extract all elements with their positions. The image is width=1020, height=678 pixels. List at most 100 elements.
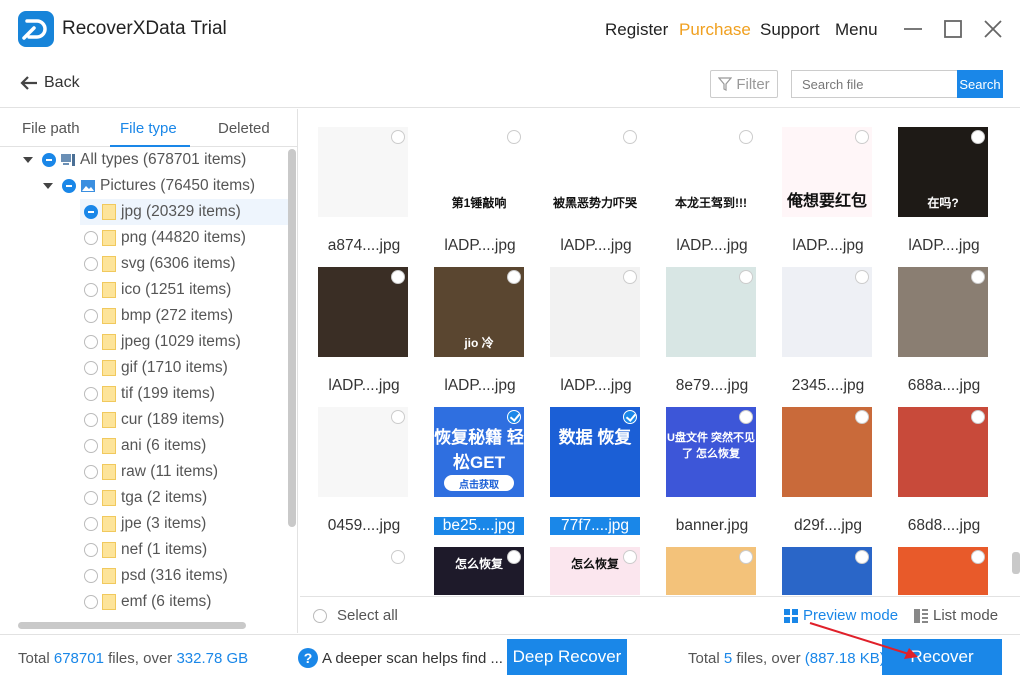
- file-select-checkbox[interactable]: [507, 410, 521, 424]
- tree-checkbox[interactable]: [84, 335, 98, 349]
- caret-down-icon[interactable]: [22, 154, 34, 166]
- tree-node-filetype[interactable]: emf (6 items): [80, 589, 288, 615]
- preview-mode-button[interactable]: Preview mode: [784, 607, 898, 624]
- file-thumbnail[interactable]: [782, 547, 872, 595]
- tree-checkbox[interactable]: [84, 361, 98, 375]
- recover-button[interactable]: Recover: [882, 639, 1002, 675]
- file-tile[interactable]: U盘文件 突然不见了 怎么恢复 banner.jpg: [658, 397, 758, 534]
- tree-checkbox[interactable]: [62, 179, 76, 193]
- tree-node-filetype[interactable]: jpg (20329 items): [80, 199, 288, 225]
- file-thumbnail[interactable]: [782, 267, 872, 357]
- file-select-checkbox[interactable]: [855, 410, 869, 424]
- tree-node-filetype[interactable]: tga (2 items): [80, 485, 288, 511]
- file-tile[interactable]: jio 冷 lADP....jpg: [426, 257, 526, 394]
- file-select-checkbox[interactable]: [855, 270, 869, 284]
- tree-node-filetype[interactable]: ani (6 items): [80, 433, 288, 459]
- file-thumbnail[interactable]: 本龙王驾到!!!: [666, 127, 756, 217]
- minimize-icon[interactable]: [902, 18, 924, 40]
- tree-checkbox[interactable]: [84, 283, 98, 297]
- file-select-checkbox[interactable]: [971, 270, 985, 284]
- tree-checkbox[interactable]: [84, 517, 98, 531]
- register-link[interactable]: Register: [605, 20, 668, 40]
- file-select-checkbox[interactable]: [507, 130, 521, 144]
- file-tile[interactable]: a874....jpg: [310, 117, 410, 254]
- file-tile[interactable]: [310, 537, 410, 595]
- file-tile[interactable]: 68d8....jpg: [890, 397, 990, 534]
- file-select-checkbox[interactable]: [623, 270, 637, 284]
- tree-checkbox[interactable]: [84, 595, 98, 609]
- close-icon[interactable]: [982, 18, 1004, 40]
- filter-button[interactable]: Filter: [710, 70, 778, 98]
- file-tile[interactable]: [890, 537, 990, 595]
- file-thumbnail[interactable]: [318, 547, 408, 595]
- deep-recover-button[interactable]: Deep Recover: [507, 639, 627, 675]
- file-thumbnail[interactable]: 被黑恶势力吓哭: [550, 127, 640, 217]
- tab-deleted[interactable]: Deleted: [218, 120, 270, 137]
- file-thumbnail[interactable]: [898, 547, 988, 595]
- tree-horizontal-scrollbar[interactable]: [18, 622, 246, 629]
- file-thumbnail[interactable]: 数据 恢复: [550, 407, 640, 497]
- menu-link[interactable]: Menu: [835, 20, 878, 40]
- tree-node-filetype[interactable]: svg (6306 items): [80, 251, 288, 277]
- file-tile[interactable]: 怎么恢复: [542, 537, 642, 595]
- tree-checkbox[interactable]: [84, 205, 98, 219]
- tab-file-path[interactable]: File path: [22, 120, 80, 137]
- grid-vertical-scrollbar[interactable]: [1012, 552, 1020, 574]
- file-select-checkbox[interactable]: [739, 410, 753, 424]
- file-select-checkbox[interactable]: [391, 130, 405, 144]
- file-thumbnail[interactable]: 怎么恢复: [434, 547, 524, 595]
- tree-node-filetype[interactable]: ico (1251 items): [80, 277, 288, 303]
- tree-node-filetype[interactable]: nef (1 items): [80, 537, 288, 563]
- file-select-checkbox[interactable]: [739, 130, 753, 144]
- search-button[interactable]: Search: [957, 70, 1003, 98]
- purchase-link[interactable]: Purchase: [679, 20, 751, 40]
- tree-node-filetype[interactable]: raw (11 items): [80, 459, 288, 485]
- search-input[interactable]: [791, 70, 957, 98]
- back-button[interactable]: Back: [20, 74, 80, 92]
- file-tile[interactable]: 0459....jpg: [310, 397, 410, 534]
- file-tile[interactable]: lADP....jpg: [310, 257, 410, 394]
- file-tile[interactable]: 2345....jpg: [774, 257, 874, 394]
- help-icon[interactable]: ?: [298, 648, 318, 668]
- file-thumbnail[interactable]: 第1锤敲响: [434, 127, 524, 217]
- caret-down-icon[interactable]: [42, 180, 54, 192]
- tree-node-filetype[interactable]: gif (1710 items): [80, 355, 288, 381]
- maximize-icon[interactable]: [942, 18, 964, 40]
- file-thumbnail[interactable]: [898, 267, 988, 357]
- file-tile[interactable]: 数据 恢复 77f7....jpg: [542, 397, 642, 535]
- file-thumbnail[interactable]: [318, 407, 408, 497]
- file-tile[interactable]: 怎么恢复: [426, 537, 526, 595]
- file-select-checkbox[interactable]: [739, 270, 753, 284]
- file-select-checkbox[interactable]: [623, 550, 637, 564]
- select-all-radio[interactable]: [313, 608, 327, 623]
- file-select-checkbox[interactable]: [971, 410, 985, 424]
- file-thumbnail[interactable]: jio 冷: [434, 267, 524, 357]
- tree-node-filetype[interactable]: jpe (3 items): [80, 511, 288, 537]
- file-thumbnail[interactable]: [666, 267, 756, 357]
- file-select-checkbox[interactable]: [391, 550, 405, 564]
- tree-node-filetype[interactable]: psd (316 items): [80, 563, 288, 589]
- file-tile[interactable]: 第1锤敲响 lADP....jpg: [426, 117, 526, 254]
- file-select-checkbox[interactable]: [623, 410, 637, 424]
- select-all-checkbox[interactable]: Select all: [313, 607, 398, 624]
- tree-checkbox[interactable]: [84, 231, 98, 245]
- list-mode-button[interactable]: List mode: [914, 607, 998, 624]
- tree-checkbox[interactable]: [84, 309, 98, 323]
- tree-node-pictures[interactable]: Pictures (76450 items): [42, 173, 255, 199]
- file-thumbnail[interactable]: [550, 267, 640, 357]
- file-tile[interactable]: 被黑恶势力吓哭 lADP....jpg: [542, 117, 642, 254]
- file-thumbnail[interactable]: U盘文件 突然不见了 怎么恢复: [666, 407, 756, 497]
- file-select-checkbox[interactable]: [391, 410, 405, 424]
- file-thumbnail[interactable]: 俺想要红包: [782, 127, 872, 217]
- file-tile[interactable]: 本龙王驾到!!! lADP....jpg: [658, 117, 758, 254]
- tab-file-type[interactable]: File type: [120, 120, 177, 137]
- file-tile[interactable]: 恢复秘籍 轻松GET 点击获取 be25....jpg: [426, 397, 526, 535]
- tree-checkbox[interactable]: [84, 387, 98, 401]
- tree-node-filetype[interactable]: png (44820 items): [80, 225, 288, 251]
- file-tile[interactable]: 688a....jpg: [890, 257, 990, 394]
- file-tile[interactable]: d29f....jpg: [774, 397, 874, 534]
- file-thumbnail[interactable]: [666, 547, 756, 595]
- file-select-checkbox[interactable]: [739, 550, 753, 564]
- tree-checkbox[interactable]: [84, 257, 98, 271]
- tree-checkbox[interactable]: [84, 543, 98, 557]
